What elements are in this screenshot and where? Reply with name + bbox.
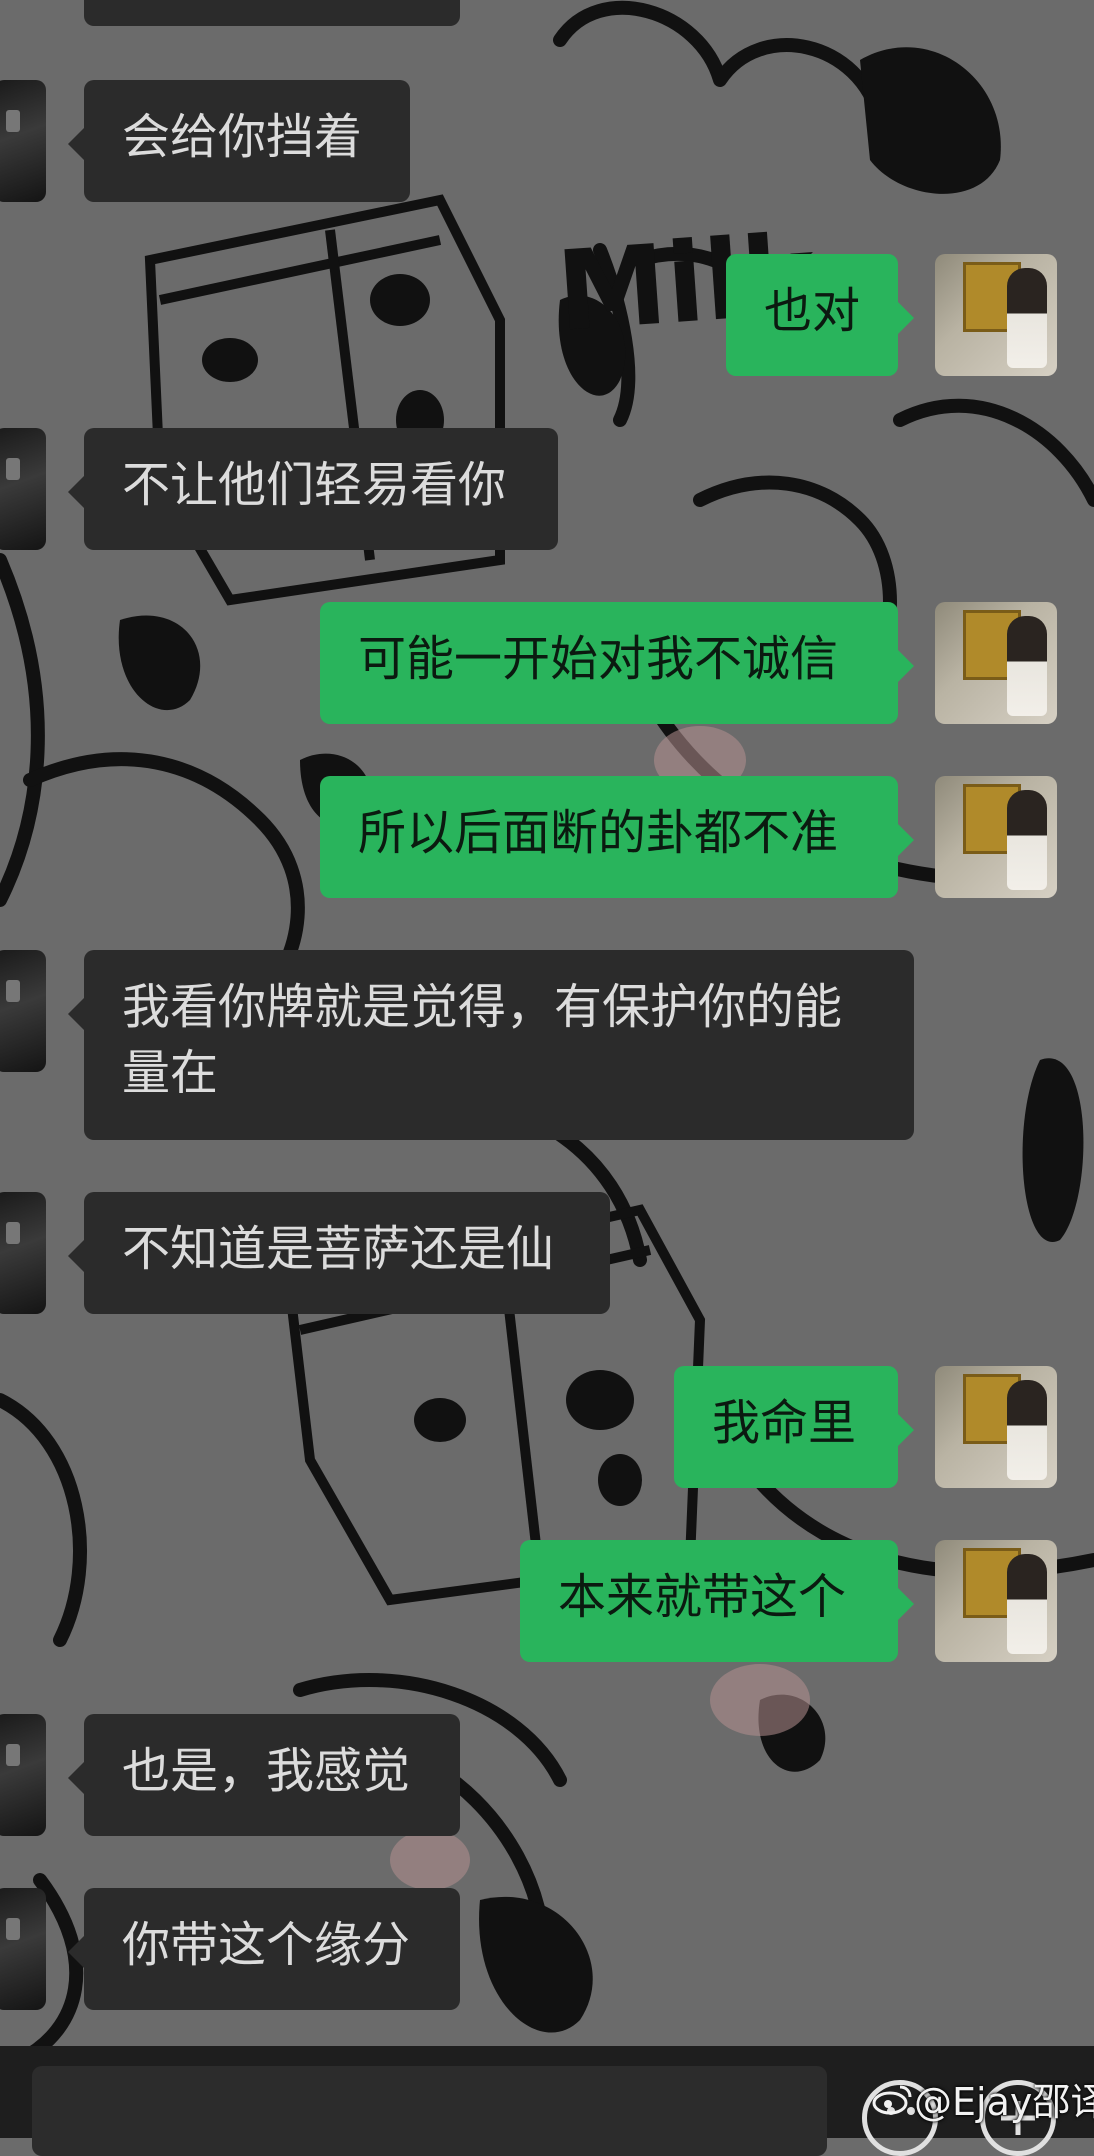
contact-avatar[interactable] <box>0 1714 46 1836</box>
watermark-text: @Ejay邵译瑾 <box>914 2080 1094 2124</box>
message-text: 所以后面断的卦都不准 <box>358 805 839 861</box>
message-text: 会给你挡着 <box>122 109 363 165</box>
message-bubble-incoming[interactable]: 会给你挡着 <box>68 80 410 202</box>
message-bubble-incoming[interactable]: 我看你牌就是觉得，有保护你的能 量在 <box>68 950 914 1140</box>
message-bubble-incoming[interactable]: 你带这个缘分 <box>68 1888 460 2010</box>
contact-avatar[interactable] <box>0 1888 46 2010</box>
message-bubble-outgoing[interactable]: 我命里 <box>674 1366 914 1488</box>
contact-avatar[interactable] <box>0 950 46 1072</box>
contact-avatar[interactable] <box>0 80 46 202</box>
message-text: 也对 <box>764 283 861 339</box>
message-text: 也是，我感觉 <box>122 1743 411 1799</box>
message-bubble-outgoing[interactable]: 所以后面断的卦都不准 <box>320 776 914 898</box>
message-text: 可能一开始对我不诚信 <box>358 631 839 687</box>
watermark: @Ejay邵译瑾 <box>872 2080 1094 2124</box>
message-text: 不让他们轻易看你 <box>122 457 507 513</box>
message-text: 不知道是菩萨还是仙 <box>122 1221 555 1277</box>
message-text: 你带这个缘分 <box>122 1917 411 1973</box>
message-bubble-incoming[interactable]: 不让他们轻易看你 <box>68 428 558 550</box>
message-bubble-outgoing[interactable]: 本来就带这个 <box>520 1540 914 1662</box>
user-avatar[interactable] <box>935 1540 1057 1662</box>
weibo-logo-icon <box>872 2085 912 2115</box>
message-text: 我看你牌就是觉得，有保护你的能 量在 <box>122 979 843 1101</box>
user-avatar[interactable] <box>935 254 1057 376</box>
contact-avatar[interactable] <box>0 1192 46 1314</box>
message-bubble-incoming[interactable]: 也是，我感觉 <box>68 1714 460 1836</box>
user-avatar[interactable] <box>935 1366 1057 1488</box>
message-input[interactable] <box>32 2066 827 2156</box>
contact-avatar[interactable] <box>0 428 46 550</box>
message-text: 我命里 <box>712 1395 857 1451</box>
message-bubble-incoming[interactable]: 不知道是菩萨还是仙 <box>68 1192 610 1314</box>
user-avatar[interactable] <box>935 776 1057 898</box>
message-text: 本来就带这个 <box>558 1569 847 1625</box>
user-avatar[interactable] <box>935 602 1057 724</box>
message-bubble-outgoing[interactable]: 可能一开始对我不诚信 <box>320 602 914 724</box>
message-bubble-incoming[interactable] <box>84 0 460 26</box>
message-bubble-outgoing[interactable]: 也对 <box>726 254 914 376</box>
